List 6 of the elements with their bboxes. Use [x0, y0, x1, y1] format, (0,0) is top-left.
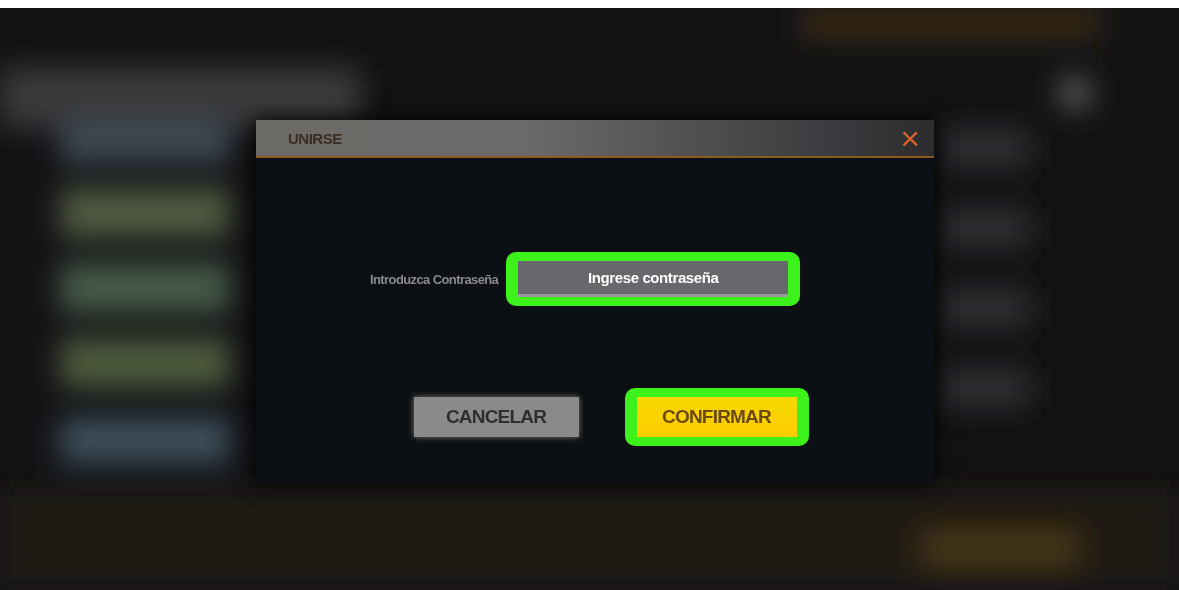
- confirm-button[interactable]: CONFIRMAR: [636, 397, 797, 437]
- password-label: Introduzca Contraseña: [370, 271, 499, 287]
- cancel-button[interactable]: CANCELAR: [413, 397, 579, 437]
- close-button[interactable]: ×: [896, 123, 924, 153]
- password-field[interactable]: Ingrese contraseña: [518, 261, 789, 297]
- dialog-title: UNIRSE: [288, 129, 342, 147]
